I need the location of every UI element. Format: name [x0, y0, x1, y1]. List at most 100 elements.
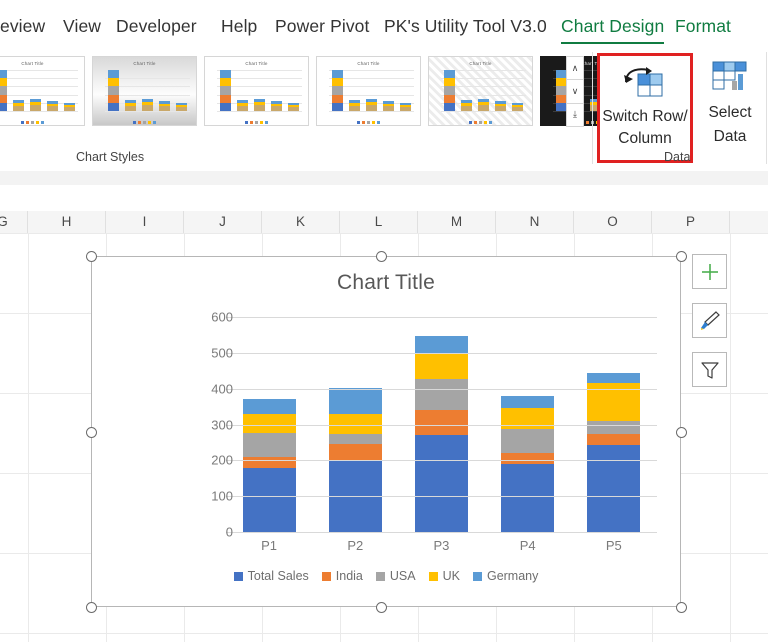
thumbnail-bar-segment: [0, 103, 7, 111]
gallery-more-button[interactable]: ⤓: [566, 103, 584, 127]
chart-filters-button[interactable]: [692, 352, 727, 387]
thumbnail-bar-segment: [13, 108, 24, 111]
chart-object[interactable]: Chart Title P1P2P3P4P5 Total SalesIndiaU…: [91, 256, 681, 607]
ribbon-tab-eview[interactable]: eview: [0, 16, 45, 37]
thumbnail-plot: [105, 70, 190, 111]
chart-bar-segment[interactable]: [501, 453, 554, 464]
thumbnail-bar: [366, 99, 377, 111]
chart-bar-segment[interactable]: [501, 396, 554, 408]
chart-bar-segment[interactable]: [415, 410, 468, 434]
chart-y-tick-label: 600: [173, 310, 233, 325]
ribbon-tab-chart-design[interactable]: Chart Design: [561, 16, 664, 37]
chart-bar-segment[interactable]: [415, 336, 468, 353]
chart-bar-segment[interactable]: [587, 434, 640, 445]
chart-bar-segment[interactable]: [587, 373, 640, 383]
column-header-p[interactable]: P: [652, 211, 730, 233]
column-header-row: GHIJKLMNOP: [0, 211, 768, 234]
column-header-o[interactable]: O: [574, 211, 652, 233]
thumbnail-legend-swatch: [250, 121, 253, 124]
chart-plot-area[interactable]: [226, 317, 657, 532]
ribbon-tab-format[interactable]: Format: [675, 16, 731, 37]
chart-bar-segment[interactable]: [243, 433, 296, 456]
thumbnail-legend-swatch: [260, 121, 263, 124]
selection-handle-middle-left[interactable]: [86, 427, 97, 438]
selection-handle-middle-right[interactable]: [676, 427, 687, 438]
switch-row-column-button[interactable]: Switch Row/ Column: [597, 53, 693, 163]
column-header-blank[interactable]: [730, 211, 768, 233]
chart-bar-segment[interactable]: [415, 379, 468, 411]
ribbon-tab-help[interactable]: Help: [221, 16, 257, 37]
chart-style-thumbnail[interactable]: Chart Title: [316, 56, 421, 126]
chart-bar-segment[interactable]: [501, 464, 554, 532]
column-header-j[interactable]: J: [184, 211, 262, 233]
chart-legend[interactable]: Total Sales India USA UK Germany: [92, 569, 680, 583]
thumbnail-bar-segment: [0, 70, 7, 78]
chart-style-thumbnail[interactable]: Chart Title: [428, 56, 533, 126]
ribbon-tab-pk-s-utility-tool-v3-0[interactable]: PK's Utility Tool V3.0: [384, 16, 547, 37]
chart-bar-segment[interactable]: [587, 421, 640, 434]
chart-title[interactable]: Chart Title: [92, 271, 680, 295]
column-header-h[interactable]: H: [28, 211, 106, 233]
thumbnail-legend-swatch: [133, 121, 136, 124]
thumbnail-bar: [13, 100, 24, 111]
chart-bar-segment[interactable]: [329, 434, 382, 444]
ribbon-tab-power-pivot[interactable]: Power Pivot: [275, 16, 369, 37]
thumbnail-plot: [217, 70, 302, 111]
chart-legend-item[interactable]: UK: [429, 569, 460, 583]
chart-y-tick-label: 300: [173, 417, 233, 432]
selection-handle-bottom-center[interactable]: [376, 602, 387, 613]
chart-y-tick-label: 200: [173, 453, 233, 468]
chart-style-thumbnail[interactable]: Chart Title: [204, 56, 309, 126]
excel-window: eview View Developer Help Power Pivot PK's Ut…: [0, 0, 768, 642]
thumbnail-bar: [383, 101, 394, 111]
column-header-i[interactable]: I: [106, 211, 184, 233]
chart-styles-gallery[interactable]: Chart TitleChart TitleChart TitleChart T…: [0, 56, 645, 126]
ribbon-tab-view[interactable]: View: [63, 16, 101, 37]
thumbnail-bar-segment: [495, 109, 506, 111]
chart-elements-button[interactable]: [692, 254, 727, 289]
chart-bar-segment[interactable]: [243, 457, 296, 468]
chart-legend-item[interactable]: Germany: [473, 569, 538, 583]
ribbon-tab-developer[interactable]: Developer: [116, 16, 197, 37]
gallery-scroll-up-button[interactable]: ∧: [566, 56, 584, 80]
chart-bar-segment[interactable]: [329, 444, 382, 461]
chart-bar-segment[interactable]: [329, 388, 382, 414]
chart-bar-segment[interactable]: [243, 468, 296, 533]
column-header-g[interactable]: G: [0, 211, 28, 233]
chart-legend-label: USA: [390, 569, 416, 583]
chart-legend-item[interactable]: USA: [376, 569, 416, 583]
ribbon-group-label-data: Data: [664, 150, 690, 164]
chart-bar-segment[interactable]: [501, 408, 554, 429]
thumbnail-bar-segment: [332, 95, 343, 103]
chart-styles-button[interactable]: [692, 303, 727, 338]
column-header-k[interactable]: K: [262, 211, 340, 233]
chart-style-thumbnail[interactable]: Chart Title: [0, 56, 85, 126]
chart-side-buttons[interactable]: [692, 254, 728, 401]
chart-legend-item[interactable]: Total Sales: [234, 569, 309, 583]
thumbnail-plot: [0, 70, 78, 111]
thumbnail-bar-segment: [108, 95, 119, 103]
gallery-scroll-buttons[interactable]: ∧ ∨ ⤓: [566, 56, 584, 126]
chart-bar-segment[interactable]: [415, 435, 468, 532]
grid-row-line: [0, 633, 768, 634]
ribbon-group-label-chart-styles: Chart Styles: [76, 150, 144, 164]
select-data-button[interactable]: Select Data: [699, 60, 761, 160]
ribbon-tab-bar: eview View Developer Help Power Pivot PK's Ut…: [0, 0, 768, 46]
chart-gridline: [226, 389, 657, 390]
chart-bar-segment[interactable]: [587, 445, 640, 532]
chart-bar-segment[interactable]: [501, 429, 554, 453]
selection-handle-bottom-left[interactable]: [86, 602, 97, 613]
chart-style-thumbnail[interactable]: Chart Title: [92, 56, 197, 126]
chart-bar-segment[interactable]: [415, 353, 468, 379]
thumbnail-bar-segment: [0, 95, 7, 103]
column-header-l[interactable]: L: [340, 211, 418, 233]
chart-legend-item[interactable]: India: [322, 569, 363, 583]
selection-handle-top-left[interactable]: [86, 251, 97, 262]
selection-handle-top-center[interactable]: [376, 251, 387, 262]
gallery-scroll-down-button[interactable]: ∨: [566, 79, 584, 103]
column-header-m[interactable]: M: [418, 211, 496, 233]
selection-handle-bottom-right[interactable]: [676, 602, 687, 613]
chart-bar-segment[interactable]: [243, 399, 296, 413]
selection-handle-top-right[interactable]: [676, 251, 687, 262]
column-header-n[interactable]: N: [496, 211, 574, 233]
